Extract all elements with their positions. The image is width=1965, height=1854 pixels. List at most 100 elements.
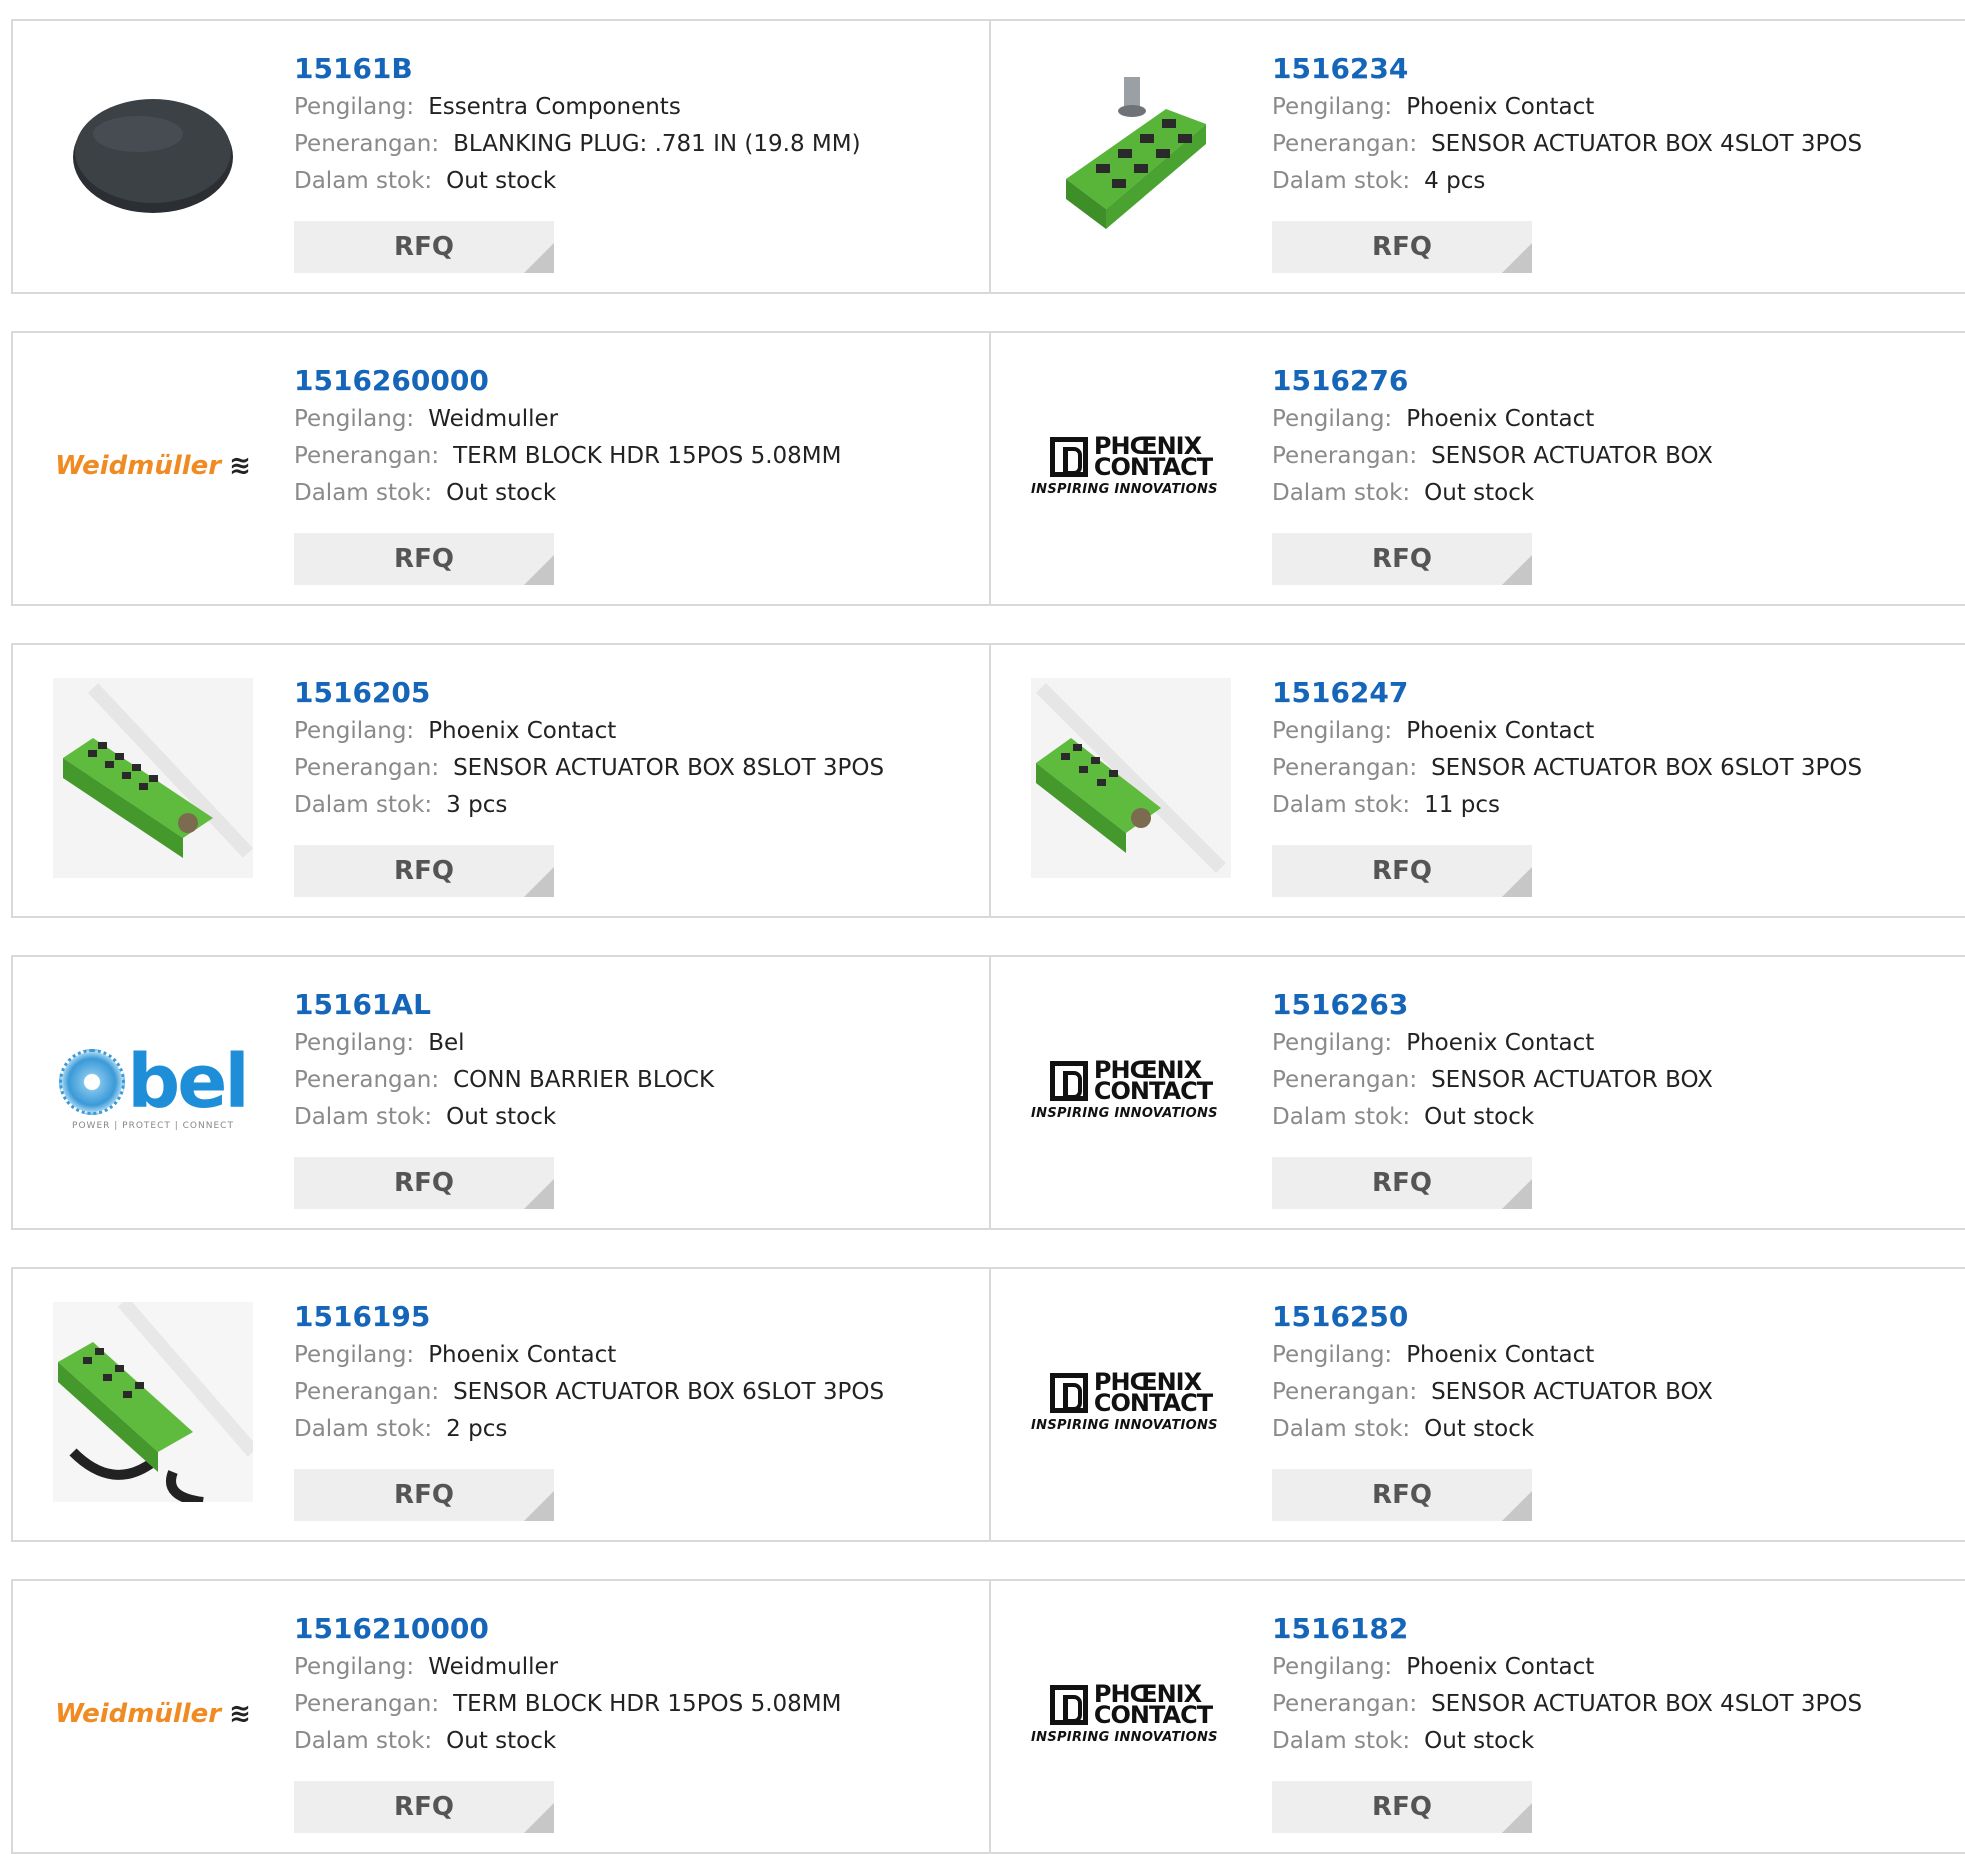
- part-number-link[interactable]: 15161AL: [294, 985, 714, 1025]
- sensor-box-icon: [53, 1302, 253, 1502]
- product-card: 1516195 Pengilang: Phoenix Contact Penera…: [13, 1269, 991, 1540]
- product-image[interactable]: PHŒNIX CONTACT INSPIRING INNOVATIONS: [1031, 366, 1231, 566]
- manufacturer-value: Phoenix Contact: [1406, 718, 1595, 744]
- product-row: bel POWER | PROTECT | CONNECT 15161AL Pe…: [11, 955, 1965, 1230]
- rfq-button[interactable]: RFQ: [1272, 1157, 1532, 1209]
- description-row: Penerangan: SENSOR ACTUATOR BOX: [1272, 1062, 1713, 1099]
- stock-row: Dalam stok: Out stock: [1272, 1723, 1862, 1760]
- manufacturer-value: Phoenix Contact: [1406, 406, 1595, 432]
- product-row: 1516205 Pengilang: Phoenix Contact Penera…: [11, 643, 1965, 918]
- manufacturer-label: Pengilang:: [294, 94, 415, 120]
- rfq-button[interactable]: RFQ: [1272, 1469, 1532, 1521]
- manufacturer-row: Pengilang: Phoenix Contact: [1272, 401, 1713, 438]
- description-label: Penerangan:: [1272, 131, 1418, 157]
- description-value: SENSOR ACTUATOR BOX 4SLOT 3POS: [1431, 1691, 1863, 1717]
- stock-label: Dalam stok:: [1272, 792, 1411, 818]
- manufacturer-row: Pengilang: Phoenix Contact: [1272, 1649, 1862, 1686]
- product-info: 1516276 Pengilang: Phoenix Contact Penera…: [1272, 361, 1713, 512]
- product-image[interactable]: PHŒNIX CONTACT INSPIRING INNOVATIONS: [1031, 1614, 1231, 1814]
- product-image[interactable]: bel POWER | PROTECT | CONNECT: [53, 990, 253, 1190]
- description-value: BLANKING PLUG: .781 IN (19.8 MM): [453, 131, 861, 157]
- description-row: Penerangan: SENSOR ACTUATOR BOX 4SLOT 3PO…: [1272, 126, 1862, 163]
- product-card: 15161B Pengilang: Essentra Components Pen…: [13, 21, 991, 292]
- product-row: 15161B Pengilang: Essentra Components Pen…: [11, 19, 1965, 294]
- product-info: 1516195 Pengilang: Phoenix Contact Penera…: [294, 1297, 884, 1448]
- description-row: Penerangan: SENSOR ACTUATOR BOX 4SLOT 3PO…: [1272, 1686, 1862, 1723]
- sensor-box-icon: [1066, 77, 1206, 229]
- description-label: Penerangan:: [1272, 755, 1418, 781]
- description-row: Penerangan: BLANKING PLUG: .781 IN (19.8 …: [294, 126, 861, 163]
- stock-label: Dalam stok:: [294, 792, 433, 818]
- product-image[interactable]: [53, 54, 253, 254]
- description-value: TERM BLOCK HDR 15POS 5.08MM: [453, 443, 842, 469]
- part-number-link[interactable]: 1516276: [1272, 361, 1713, 401]
- product-image[interactable]: Weidmüller ≋: [53, 366, 253, 566]
- rfq-button[interactable]: RFQ: [294, 1157, 554, 1209]
- blanking-plug-icon: [73, 99, 233, 213]
- product-image[interactable]: [1031, 54, 1231, 254]
- product-image[interactable]: [1031, 678, 1231, 878]
- part-number-link[interactable]: 1516210000: [294, 1609, 841, 1649]
- part-number-link[interactable]: 1516247: [1272, 673, 1862, 713]
- rfq-button[interactable]: RFQ: [294, 533, 554, 585]
- product-image[interactable]: Weidmüller ≋: [53, 1614, 253, 1814]
- weidmuller-mark-icon: ≋: [229, 1699, 251, 1729]
- stock-label: Dalam stok:: [1272, 1728, 1411, 1754]
- stock-label: Dalam stok:: [294, 1104, 433, 1130]
- description-row: Penerangan: TERM BLOCK HDR 15POS 5.08MM: [294, 1686, 841, 1723]
- manufacturer-label: Pengilang:: [1272, 1342, 1393, 1368]
- part-number-link[interactable]: 15161B: [294, 49, 861, 89]
- rfq-button[interactable]: RFQ: [1272, 221, 1532, 273]
- manufacturer-row: Pengilang: Phoenix Contact: [1272, 713, 1862, 750]
- part-number-link[interactable]: 1516182: [1272, 1609, 1862, 1649]
- manufacturer-value: Phoenix Contact: [1406, 94, 1595, 120]
- manufacturer-row: Pengilang: Phoenix Contact: [294, 713, 884, 750]
- description-value: SENSOR ACTUATOR BOX 8SLOT 3POS: [453, 755, 885, 781]
- product-info: 1516263 Pengilang: Phoenix Contact Penera…: [1272, 985, 1713, 1136]
- manufacturer-value: Phoenix Contact: [1406, 1342, 1595, 1368]
- manufacturer-value: Essentra Components: [428, 94, 681, 120]
- sensor-box-icon: [1031, 678, 1231, 878]
- manufacturer-row: Pengilang: Phoenix Contact: [1272, 89, 1862, 126]
- part-number-link[interactable]: 1516205: [294, 673, 884, 713]
- phoenix-tagline: INSPIRING INNOVATIONS: [1031, 481, 1218, 497]
- phoenix-mark-icon: [1049, 1684, 1088, 1725]
- manufacturer-row: Pengilang: Bel: [294, 1025, 714, 1062]
- product-card: 1516205 Pengilang: Phoenix Contact Penera…: [13, 645, 991, 916]
- stock-row: Dalam stok: 2 pcs: [294, 1411, 884, 1448]
- rfq-button[interactable]: RFQ: [294, 1469, 554, 1521]
- bel-mark-icon: [59, 1049, 126, 1115]
- rfq-button[interactable]: RFQ: [294, 1781, 554, 1833]
- part-number-link[interactable]: 1516260000: [294, 361, 841, 401]
- part-number-link[interactable]: 1516250: [1272, 1297, 1713, 1337]
- description-label: Penerangan:: [294, 131, 440, 157]
- rfq-button[interactable]: RFQ: [1272, 845, 1532, 897]
- product-image[interactable]: [53, 1302, 253, 1502]
- product-info: 15161B Pengilang: Essentra Components Pen…: [294, 49, 861, 200]
- rfq-button[interactable]: RFQ: [1272, 1781, 1532, 1833]
- manufacturer-row: Pengilang: Weidmuller: [294, 401, 841, 438]
- product-card: 1516247 Pengilang: Phoenix Contact Penera…: [991, 645, 1965, 916]
- product-image[interactable]: [53, 678, 253, 878]
- rfq-button[interactable]: RFQ: [294, 845, 554, 897]
- product-card: PHŒNIX CONTACT INSPIRING INNOVATIONS 1516…: [991, 957, 1965, 1228]
- phoenix-logo-text: PHŒNIX CONTACT: [1093, 1055, 1213, 1105]
- rfq-button[interactable]: RFQ: [1272, 533, 1532, 585]
- stock-value: Out stock: [1424, 480, 1535, 506]
- part-number-link[interactable]: 1516195: [294, 1297, 884, 1337]
- phoenix-logo-text: PHŒNIX CONTACT: [1093, 431, 1213, 481]
- description-value: SENSOR ACTUATOR BOX: [1431, 443, 1713, 469]
- part-number-link[interactable]: 1516263: [1272, 985, 1713, 1025]
- bel-logo-text: bel: [127, 1039, 250, 1125]
- phoenix-contact-logo: PHŒNIX CONTACT INSPIRING INNOVATIONS: [1031, 1370, 1231, 1433]
- stock-label: Dalam stok:: [1272, 1416, 1411, 1442]
- phoenix-mark-icon: [1049, 436, 1088, 477]
- stock-label: Dalam stok:: [294, 480, 433, 506]
- stock-value: Out stock: [446, 480, 557, 506]
- product-image[interactable]: PHŒNIX CONTACT INSPIRING INNOVATIONS: [1031, 990, 1231, 1190]
- part-number-link[interactable]: 1516234: [1272, 49, 1862, 89]
- product-info: 1516205 Pengilang: Phoenix Contact Penera…: [294, 673, 884, 824]
- description-value: SENSOR ACTUATOR BOX 4SLOT 3POS: [1431, 131, 1863, 157]
- rfq-button[interactable]: RFQ: [294, 221, 554, 273]
- product-image[interactable]: PHŒNIX CONTACT INSPIRING INNOVATIONS: [1031, 1302, 1231, 1502]
